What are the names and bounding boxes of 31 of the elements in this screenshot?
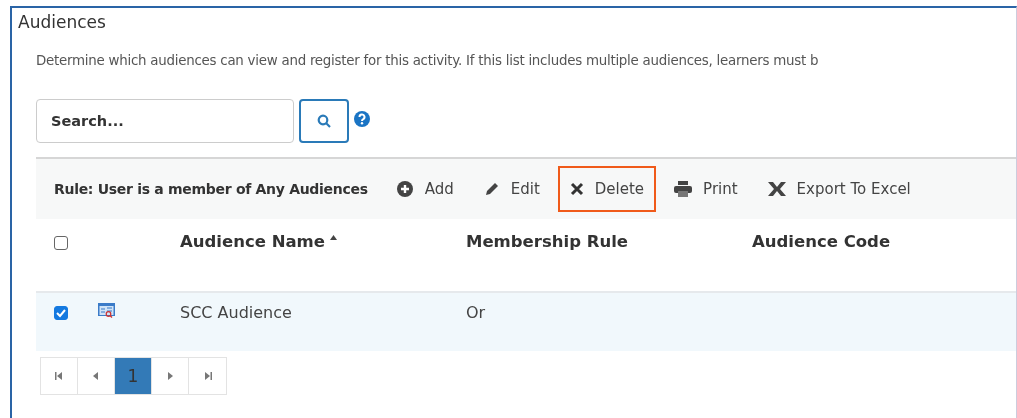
edit-button[interactable]: Edit xyxy=(471,166,552,212)
table-row[interactable]: SCC Audience Or xyxy=(36,291,1016,351)
sort-up-icon xyxy=(329,235,337,241)
excel-button[interactable]: Export To Excel xyxy=(755,166,923,212)
column-header[interactable]: Audience Name xyxy=(180,232,337,252)
table-cell: SCC Audience xyxy=(180,302,292,322)
checkbox[interactable] xyxy=(54,235,68,250)
next-page-icon xyxy=(166,372,174,380)
plus-circle-icon xyxy=(395,180,414,198)
column-header[interactable]: Audience Code xyxy=(752,232,891,252)
print-button[interactable]: Print xyxy=(662,166,750,212)
section-title: Audiences xyxy=(18,12,106,32)
printer-icon xyxy=(674,181,693,197)
checkbox[interactable] xyxy=(54,306,68,321)
pencil-icon xyxy=(483,181,500,197)
audience-card-icon[interactable] xyxy=(98,302,115,318)
help-icon[interactable] xyxy=(354,111,370,127)
delete-button[interactable]: Delete xyxy=(557,166,657,212)
search-field[interactable]: Search... xyxy=(36,99,294,143)
close-icon xyxy=(569,182,584,196)
last-page-icon xyxy=(203,372,212,380)
first-page-icon xyxy=(55,372,63,380)
excel-icon xyxy=(767,182,786,196)
add-button[interactable]: Add xyxy=(383,166,466,212)
table-cell: Or xyxy=(466,302,486,322)
search-icon xyxy=(317,114,331,128)
description-text: Determine which audiences can view and register for this activity. If this list includes multiple audiences, learners must b xyxy=(36,53,819,68)
column-header[interactable]: Membership Rule xyxy=(466,232,629,252)
search-button[interactable] xyxy=(299,99,349,143)
rule-label: Rule: User is a member of Any Audiences xyxy=(54,181,368,197)
previous-page-icon xyxy=(92,372,100,380)
